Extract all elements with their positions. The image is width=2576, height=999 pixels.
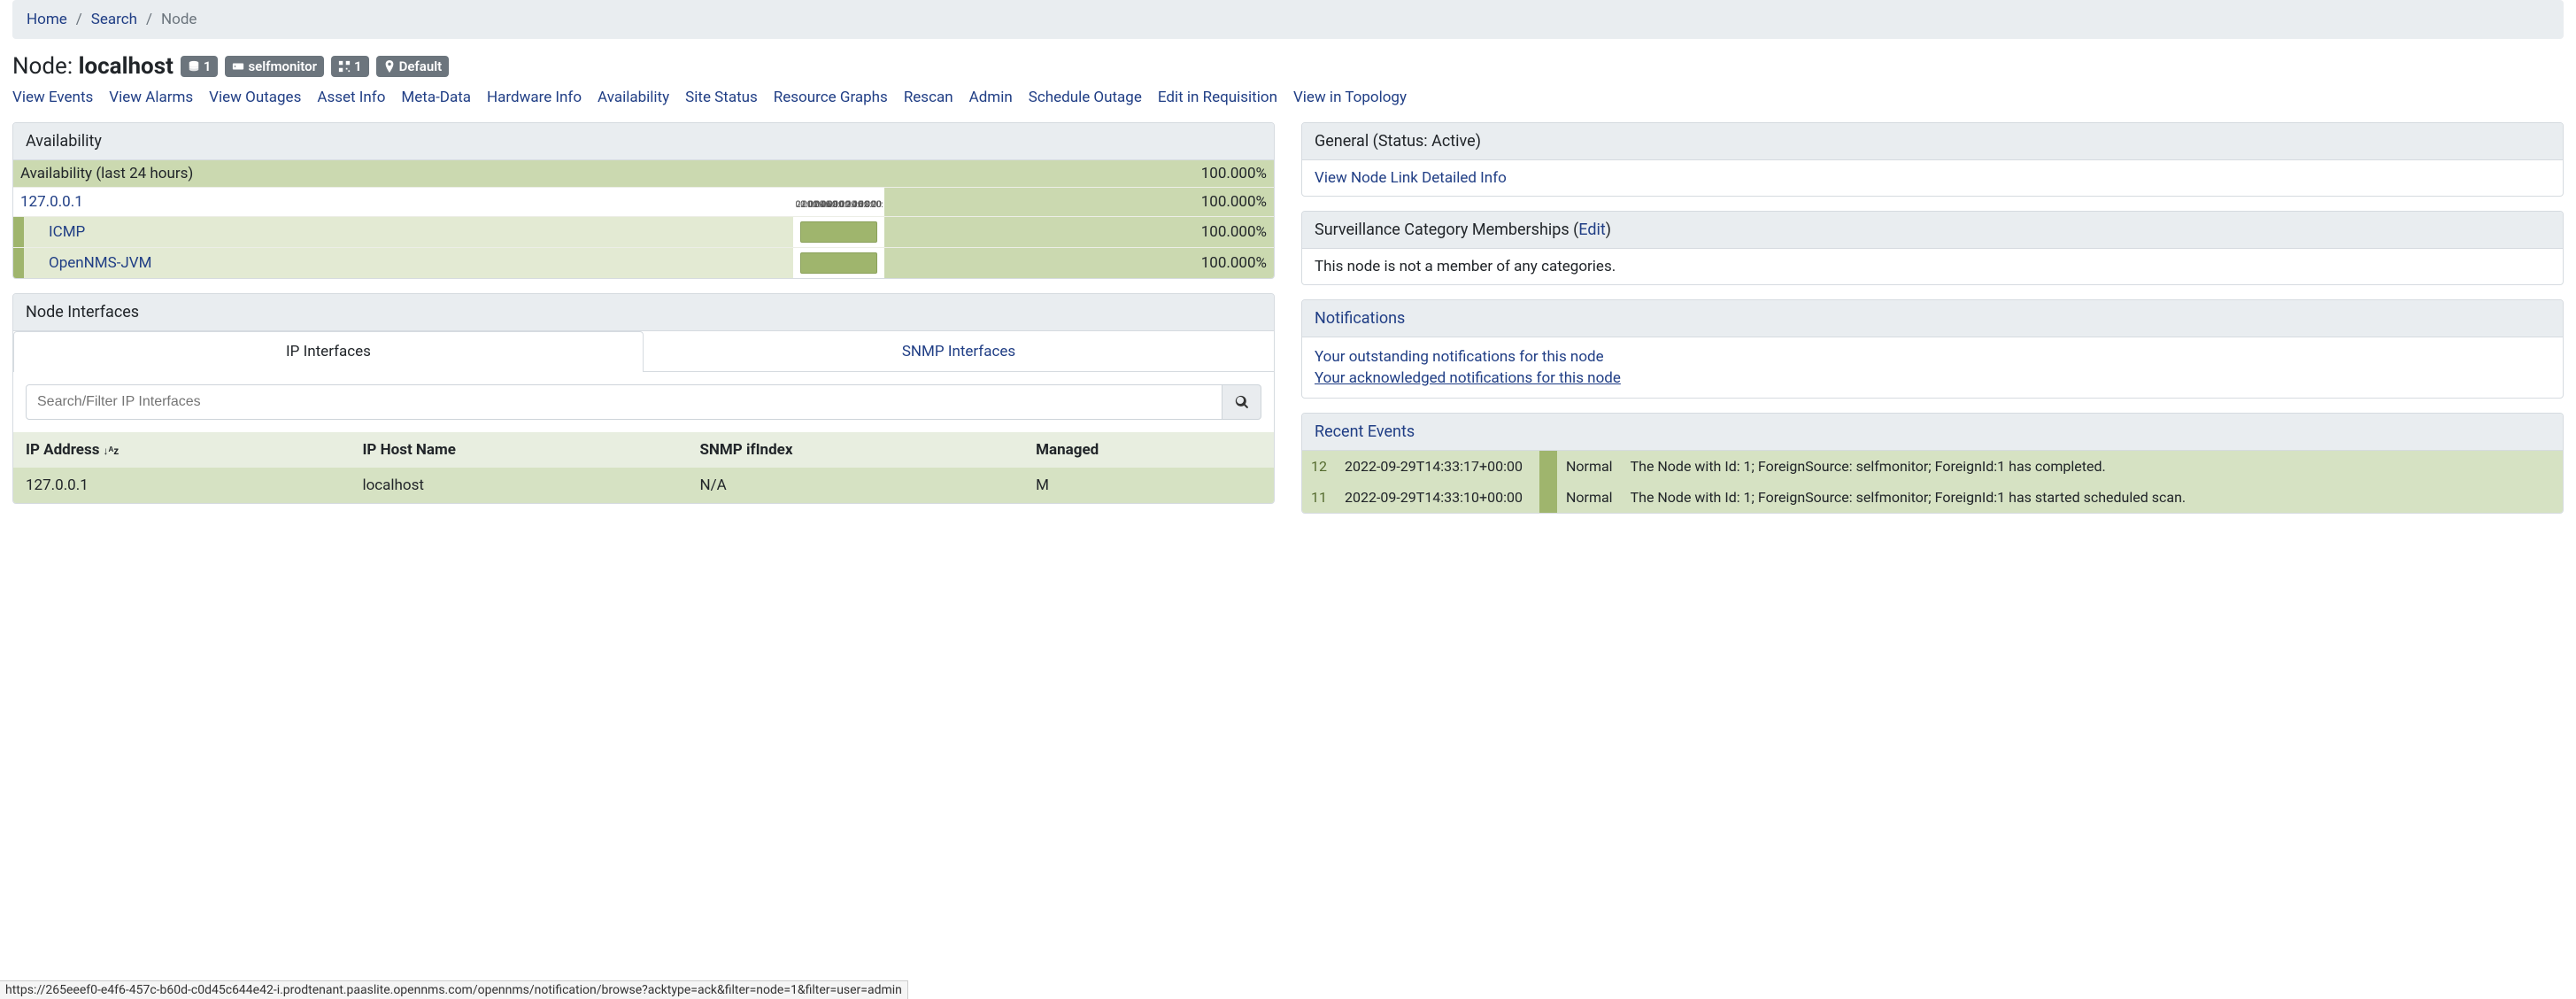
availability-panel: Availability Availability (last 24 hours… — [12, 122, 1275, 279]
event-row: 11 2022-09-29T14:33:10+00:00 Normal The … — [1302, 482, 2563, 513]
availability-timeline — [800, 221, 877, 243]
availability-ticks: 0022:0000:0002:0004:0006:0008:0010:0012:… — [800, 192, 877, 212]
status-bar-url: https://265eeef0-e4f6-457c-b60d-c0d45c64… — [0, 980, 908, 999]
event-time: 2022-09-29T14:33:10+00:00 — [1336, 482, 1539, 513]
badge-location: Default — [376, 56, 450, 77]
link-asset-info[interactable]: Asset Info — [317, 89, 385, 106]
badge-node-id: 1 — [181, 56, 219, 77]
badge-foreign-source: selfmonitor — [225, 56, 324, 77]
breadcrumb: Home / Search / Node — [12, 0, 2564, 39]
event-row: 12 2022-09-29T14:33:17+00:00 Normal The … — [1302, 451, 2563, 482]
recent-events-header-link[interactable]: Recent Events — [1315, 422, 1415, 441]
ip-interfaces-table: IP Address↓ᴬᴢ IP Host Name SNMP ifIndex … — [13, 432, 1274, 503]
col-snmp-ifindex[interactable]: SNMP ifIndex — [687, 432, 1023, 468]
breadcrumb-home[interactable]: Home — [27, 11, 67, 28]
cell-ip: 127.0.0.1 — [13, 468, 350, 503]
view-node-link-detailed-info[interactable]: View Node Link Detailed Info — [1315, 169, 1507, 187]
link-view-in-topology[interactable]: View in Topology — [1293, 89, 1407, 106]
cell-ifindex: N/A — [687, 468, 1023, 503]
availability-timeline — [800, 252, 877, 274]
page-title: Node: localhost — [12, 53, 174, 80]
link-view-outages[interactable]: View Outages — [209, 89, 301, 106]
event-message: The Node with Id: 1; ForeignSource: self… — [1622, 482, 2563, 513]
event-time: 2022-09-29T14:33:17+00:00 — [1336, 451, 1539, 482]
severity-bar — [1539, 451, 1557, 482]
cell-host: localhost — [350, 468, 687, 503]
col-ip-hostname[interactable]: IP Host Name — [350, 432, 687, 468]
node-interfaces-panel: Node Interfaces IP Interfaces SNMP Inter… — [12, 293, 1275, 504]
severity-bar — [1539, 482, 1557, 513]
tab-snmp-interfaces[interactable]: SNMP Interfaces — [644, 331, 1274, 371]
availability-header-pct: 100.000% — [884, 160, 1274, 188]
interface-tabs: IP Interfaces SNMP Interfaces — [13, 331, 1274, 372]
availability-header-label: Availability (last 24 hours) — [13, 160, 884, 188]
service-link-opennms-jvm[interactable]: OpenNMS-JVM — [49, 254, 151, 272]
link-hardware-info[interactable]: Hardware Info — [487, 89, 582, 106]
service-pct: 100.000% — [884, 248, 1274, 279]
notifications-outstanding-link[interactable]: Your outstanding notifications for this … — [1315, 348, 1604, 366]
col-managed[interactable]: Managed — [1023, 432, 1274, 468]
surveillance-body: This node is not a member of any categor… — [1302, 249, 2563, 284]
breadcrumb-sep: / — [146, 11, 152, 28]
event-severity: Normal — [1557, 482, 1622, 513]
breadcrumb-search[interactable]: Search — [91, 11, 137, 28]
service-pct: 100.000% — [884, 217, 1274, 248]
col-ip-address[interactable]: IP Address↓ᴬᴢ — [13, 432, 350, 468]
search-icon — [1235, 395, 1249, 409]
surveillance-panel: Surveillance Category Memberships (Edit)… — [1301, 211, 2564, 285]
link-admin[interactable]: Admin — [969, 89, 1013, 106]
tab-ip-interfaces[interactable]: IP Interfaces — [13, 331, 644, 372]
breadcrumb-sep: / — [76, 11, 82, 28]
qrcode-icon — [338, 60, 351, 73]
notifications-panel: Notifications Your outstanding notificat… — [1301, 299, 2564, 399]
interface-search-button[interactable] — [1222, 384, 1261, 420]
table-row[interactable]: 127.0.0.1 localhost N/A M — [13, 468, 1274, 503]
surveillance-panel-header: Surveillance Category Memberships (Edit) — [1302, 212, 2563, 249]
notifications-acknowledged-link[interactable]: Your acknowledged notifications for this… — [1315, 369, 1621, 387]
availability-table: Availability (last 24 hours) 100.000% 12… — [13, 160, 1274, 278]
service-link-icmp[interactable]: ICMP — [49, 223, 85, 241]
availability-panel-header: Availability — [13, 123, 1274, 160]
notifications-header-link[interactable]: Notifications — [1315, 309, 1405, 328]
cell-managed: M — [1023, 468, 1274, 503]
link-view-events[interactable]: View Events — [12, 89, 93, 106]
map-pin-icon — [383, 60, 396, 73]
recent-events-table: 12 2022-09-29T14:33:17+00:00 Normal The … — [1302, 451, 2563, 513]
breadcrumb-current: Node — [161, 11, 197, 28]
link-availability[interactable]: Availability — [598, 89, 669, 106]
general-panel: General (Status: Active) View Node Link … — [1301, 122, 2564, 197]
event-message: The Node with Id: 1; ForeignSource: self… — [1622, 451, 2563, 482]
link-view-alarms[interactable]: View Alarms — [109, 89, 193, 106]
event-severity: Normal — [1557, 451, 1622, 482]
general-panel-header: General (Status: Active) — [1302, 123, 2563, 160]
event-id-link[interactable]: 11 — [1311, 489, 1327, 506]
link-resource-graphs[interactable]: Resource Graphs — [774, 89, 888, 106]
link-edit-in-requisition[interactable]: Edit in Requisition — [1158, 89, 1277, 106]
severity-stripe — [13, 217, 24, 248]
interface-search-input[interactable] — [26, 384, 1222, 420]
link-schedule-outage[interactable]: Schedule Outage — [1029, 89, 1142, 106]
sort-asc-icon: ↓ᴬᴢ — [103, 445, 119, 457]
notifications-panel-header: Notifications — [1302, 300, 2563, 337]
hdd-icon — [232, 60, 244, 73]
link-meta-data[interactable]: Meta-Data — [401, 89, 471, 106]
availability-ip-pct: 100.000% — [884, 188, 1274, 217]
event-id-link[interactable]: 12 — [1311, 458, 1327, 475]
recent-events-header: Recent Events — [1302, 414, 2563, 451]
link-site-status[interactable]: Site Status — [685, 89, 758, 106]
severity-stripe — [13, 248, 24, 279]
recent-events-panel: Recent Events 12 2022-09-29T14:33:17+00:… — [1301, 413, 2564, 514]
surveillance-edit-link[interactable]: Edit — [1578, 221, 1605, 239]
database-icon — [188, 60, 200, 73]
link-rescan[interactable]: Rescan — [904, 89, 953, 106]
availability-ip-link[interactable]: 127.0.0.1 — [20, 193, 83, 211]
badge-foreign-id: 1 — [331, 56, 369, 77]
node-interfaces-header: Node Interfaces — [13, 294, 1274, 331]
page-title-row: Node: localhost 1 selfmonitor 1 Default — [12, 53, 2564, 80]
action-linkbar: View Events View Alarms View Outages Ass… — [12, 89, 2564, 106]
interface-search-group — [26, 384, 1261, 420]
